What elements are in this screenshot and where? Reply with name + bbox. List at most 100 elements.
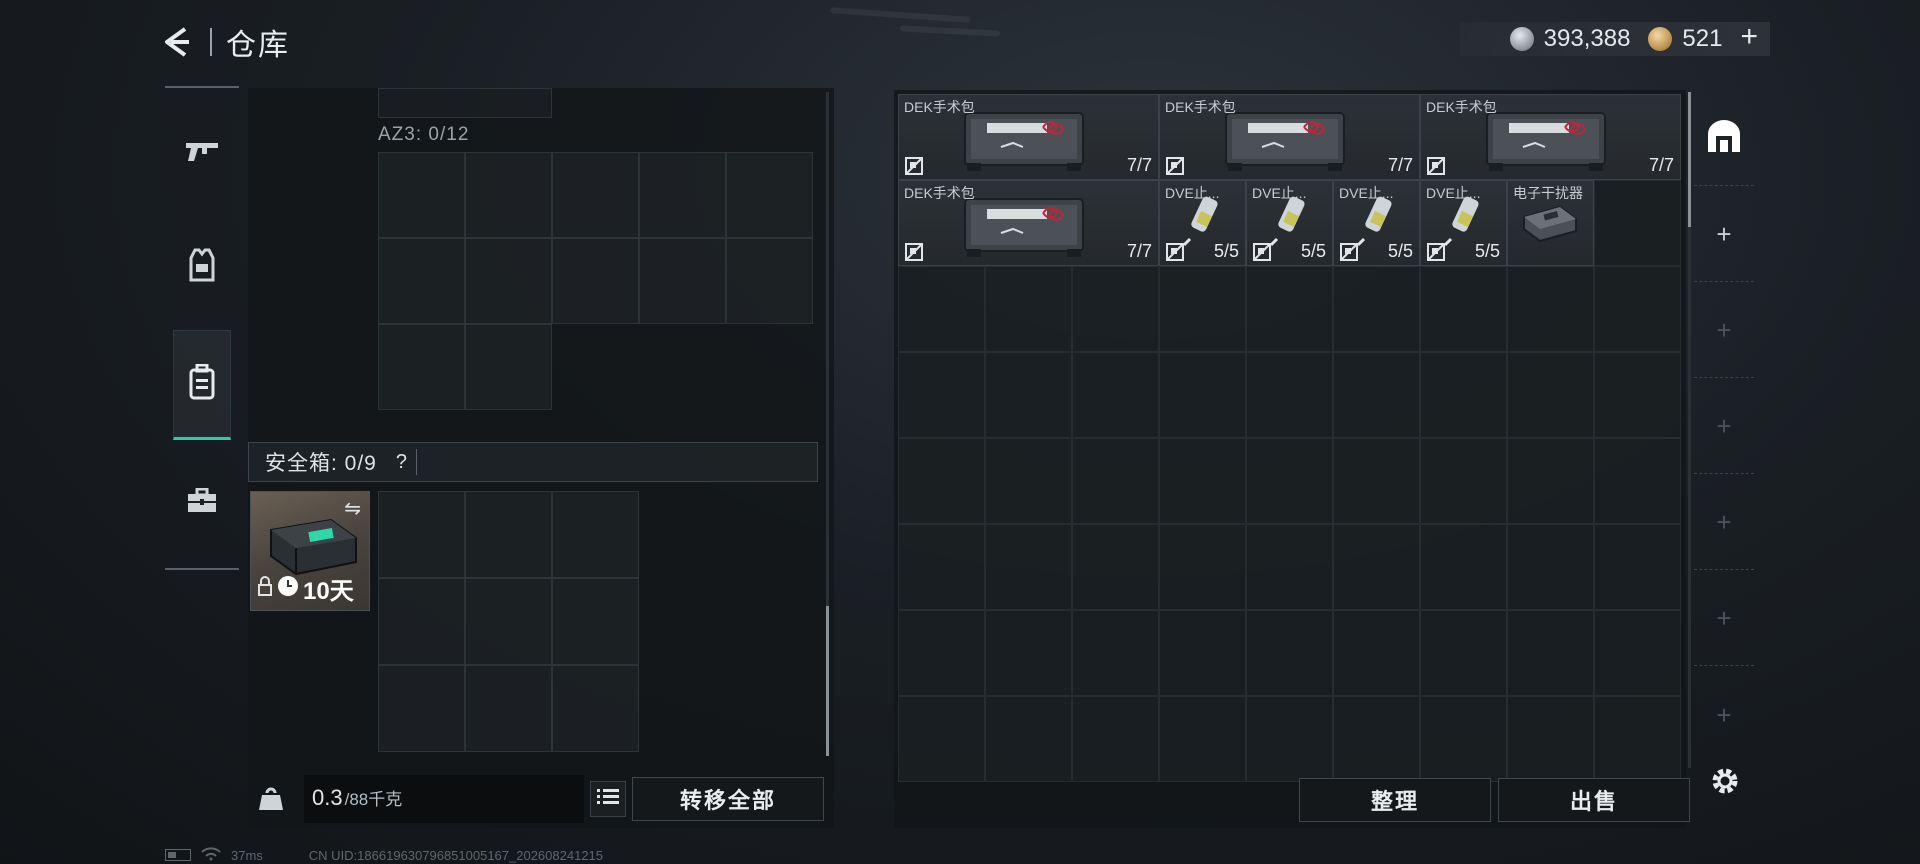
- stash-slot[interactable]: [1159, 266, 1246, 352]
- stash-slot[interactable]: [1594, 266, 1681, 352]
- syringe-item[interactable]: DVE止... 5/5: [1333, 180, 1420, 266]
- stash-slot[interactable]: [1246, 610, 1333, 696]
- stash-slot[interactable]: [1594, 180, 1681, 266]
- help-button[interactable]: ?: [387, 449, 417, 475]
- stash-slot[interactable]: [898, 352, 985, 438]
- stash-slot[interactable]: [985, 524, 1072, 610]
- stash-slot[interactable]: [1507, 438, 1594, 524]
- stash-slot[interactable]: [1420, 610, 1507, 696]
- stash-slot[interactable]: [1159, 438, 1246, 524]
- grid-slot[interactable]: [378, 238, 465, 324]
- safe-box-item[interactable]: ⇋ 10天: [250, 491, 370, 611]
- grid-slot[interactable]: [378, 152, 465, 238]
- stash-tab-add[interactable]: +: [1694, 284, 1754, 378]
- stash-slot[interactable]: [1072, 610, 1159, 696]
- grid-slot[interactable]: [465, 152, 552, 238]
- stash-slot[interactable]: [1246, 438, 1333, 524]
- stash-slot[interactable]: [1159, 352, 1246, 438]
- stash-slot[interactable]: [1507, 524, 1594, 610]
- stash-slot[interactable]: [1420, 696, 1507, 782]
- grid-slot[interactable]: [465, 665, 552, 752]
- grid-slot[interactable]: [552, 238, 639, 324]
- grid-slot[interactable]: [552, 152, 639, 238]
- stash-slot[interactable]: [898, 438, 985, 524]
- grid-slot[interactable]: [378, 88, 552, 118]
- nav-weapons[interactable]: [173, 98, 231, 208]
- grid-slot[interactable]: [378, 578, 465, 665]
- stash-slot[interactable]: [1333, 524, 1420, 610]
- stash-slot[interactable]: [1420, 352, 1507, 438]
- stash-slot[interactable]: [1333, 266, 1420, 352]
- stash-tab-main[interactable]: [1694, 92, 1754, 186]
- stash-slot[interactable]: [1333, 352, 1420, 438]
- stash-slot[interactable]: [1594, 610, 1681, 696]
- stash-slot[interactable]: [1420, 524, 1507, 610]
- medkit-item[interactable]: DEK手术包 7/7: [898, 180, 1159, 266]
- syringe-item[interactable]: DVE止... 5/5: [1420, 180, 1507, 266]
- medkit-item[interactable]: DEK手术包 7/7: [1159, 94, 1420, 180]
- grid-slot[interactable]: [552, 491, 639, 578]
- stash-slot[interactable]: [1159, 696, 1246, 782]
- stash-slot[interactable]: [1420, 266, 1507, 352]
- stash-slot[interactable]: [1246, 352, 1333, 438]
- stash-slot[interactable]: [1159, 524, 1246, 610]
- stash-tab-add[interactable]: +: [1694, 572, 1754, 666]
- stash-slot[interactable]: [1072, 524, 1159, 610]
- stash-slot[interactable]: [898, 610, 985, 696]
- stash-slot[interactable]: [985, 438, 1072, 524]
- stash-tab-add[interactable]: +: [1694, 188, 1754, 282]
- grid-slot[interactable]: [726, 152, 813, 238]
- sort-button[interactable]: 整理: [1299, 778, 1491, 822]
- stash-slot[interactable]: [1159, 610, 1246, 696]
- stash-tab-add[interactable]: +: [1694, 668, 1754, 762]
- stash-slot[interactable]: [1072, 438, 1159, 524]
- stash-slot[interactable]: [1333, 438, 1420, 524]
- stash-slot[interactable]: [1246, 266, 1333, 352]
- stash-slot[interactable]: [1072, 266, 1159, 352]
- medkit-item[interactable]: DEK手术包 7/7: [1420, 94, 1681, 180]
- nav-backpack[interactable]: [173, 330, 231, 440]
- grid-slot[interactable]: [465, 238, 552, 324]
- grid-slot[interactable]: [378, 665, 465, 752]
- stash-slot[interactable]: [985, 610, 1072, 696]
- list-view-button[interactable]: [590, 781, 626, 817]
- stash-slot[interactable]: [1507, 696, 1594, 782]
- stash-slot[interactable]: [1594, 524, 1681, 610]
- stash-slot[interactable]: [1333, 610, 1420, 696]
- grid-slot[interactable]: [465, 578, 552, 665]
- stash-slot[interactable]: [898, 266, 985, 352]
- grid-slot[interactable]: [465, 491, 552, 578]
- stash-slot[interactable]: [985, 352, 1072, 438]
- sell-button[interactable]: 出售: [1498, 778, 1690, 822]
- nav-toolbox[interactable]: [173, 448, 231, 558]
- transfer-all-button[interactable]: 转移全部: [632, 777, 824, 821]
- stash-scroll-thumb[interactable]: [1688, 92, 1691, 227]
- grid-slot[interactable]: [726, 238, 813, 324]
- jammer-item[interactable]: 电子干扰器: [1507, 180, 1594, 266]
- stash-slot[interactable]: [1594, 352, 1681, 438]
- stash-slot[interactable]: [1072, 352, 1159, 438]
- medkit-item[interactable]: DEK手术包 7/7: [898, 94, 1159, 180]
- add-currency-button[interactable]: +: [1740, 20, 1758, 54]
- stash-slot[interactable]: [985, 696, 1072, 782]
- stash-slot[interactable]: [898, 696, 985, 782]
- nav-gear[interactable]: [173, 212, 231, 322]
- stash-slot[interactable]: [1507, 610, 1594, 696]
- stash-tab-add[interactable]: +: [1694, 380, 1754, 474]
- grid-slot[interactable]: [378, 491, 465, 578]
- grid-slot[interactable]: [552, 578, 639, 665]
- grid-slot[interactable]: [552, 665, 639, 752]
- stash-slot[interactable]: [1246, 524, 1333, 610]
- stash-slot[interactable]: [1246, 696, 1333, 782]
- stash-slot[interactable]: [1594, 438, 1681, 524]
- syringe-item[interactable]: DVE止... 5/5: [1159, 180, 1246, 266]
- grid-slot[interactable]: [465, 324, 552, 410]
- stash-slot[interactable]: [1594, 696, 1681, 782]
- settings-button[interactable]: [1704, 762, 1746, 804]
- grid-slot[interactable]: [378, 324, 465, 410]
- stash-slot[interactable]: [1507, 266, 1594, 352]
- stash-slot[interactable]: [898, 524, 985, 610]
- stash-slot[interactable]: [1333, 696, 1420, 782]
- stash-tab-add[interactable]: +: [1694, 476, 1754, 570]
- stash-slot[interactable]: [985, 266, 1072, 352]
